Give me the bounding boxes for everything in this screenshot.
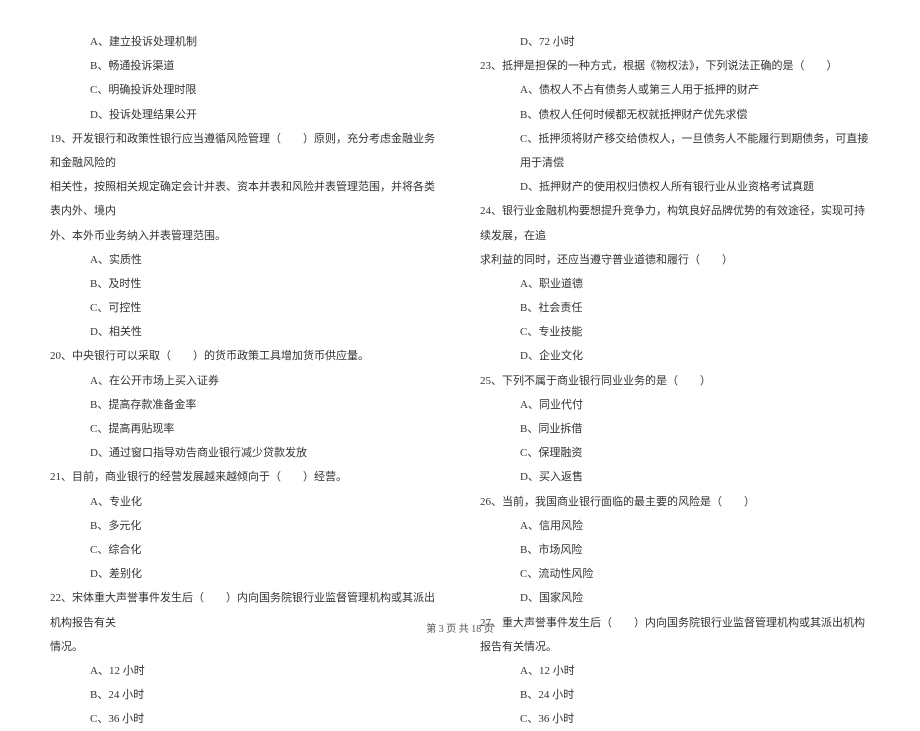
q27-option-a: A、12 小时	[480, 659, 870, 683]
q22-stem-line2: 情况。	[50, 635, 440, 659]
q19-stem-line1: 19、开发银行和政策性银行应当遵循风险管理（ ）原则，充分考虑金融业务和金融风险…	[50, 127, 440, 175]
q20-option-b: B、提高存款准备金率	[50, 393, 440, 417]
right-column: D、72 小时 23、抵押是担保的一种方式，根据《物权法》，下列说法正确的是（ …	[480, 30, 870, 610]
q19-stem-line3: 外、本外币业务纳入并表管理范围。	[50, 224, 440, 248]
q24-option-d: D、企业文化	[480, 344, 870, 368]
q26-option-b: B、市场风险	[480, 538, 870, 562]
q21-option-a: A、专业化	[50, 490, 440, 514]
q26-option-d: D、国家风险	[480, 586, 870, 610]
q19-option-b: B、及时性	[50, 272, 440, 296]
content-area: A、建立投诉处理机制 B、畅通投诉渠道 C、明确投诉处理时限 D、投诉处理结果公…	[50, 30, 870, 610]
q19-option-c: C、可控性	[50, 296, 440, 320]
q20-stem: 20、中央银行可以采取（ ）的货币政策工具增加货币供应量。	[50, 344, 440, 368]
q21-option-c: C、综合化	[50, 538, 440, 562]
q18-option-c: C、明确投诉处理时限	[50, 78, 440, 102]
q19-option-d: D、相关性	[50, 320, 440, 344]
q26-stem: 26、当前，我国商业银行面临的最主要的风险是（ ）	[480, 490, 870, 514]
q23-option-c: C、抵押须将财产移交给债权人，一旦债务人不能履行到期债务，可直接用于清偿	[480, 127, 870, 175]
q20-option-a: A、在公开市场上买入证券	[50, 369, 440, 393]
q23-stem: 23、抵押是担保的一种方式，根据《物权法》，下列说法正确的是（ ）	[480, 54, 870, 78]
q23-option-d: D、抵押财产的使用权归债权人所有银行业从业资格考试真题	[480, 175, 870, 199]
q21-stem: 21、目前，商业银行的经营发展越来越倾向于（ ）经营。	[50, 465, 440, 489]
q26-option-a: A、信用风险	[480, 514, 870, 538]
q27-option-c: C、36 小时	[480, 707, 870, 731]
q25-option-a: A、同业代付	[480, 393, 870, 417]
q23-option-b: B、债权人任何时候都无权就抵押财产优先求偿	[480, 103, 870, 127]
q18-option-b: B、畅通投诉渠道	[50, 54, 440, 78]
q21-option-d: D、差别化	[50, 562, 440, 586]
q24-option-b: B、社会责任	[480, 296, 870, 320]
left-column: A、建立投诉处理机制 B、畅通投诉渠道 C、明确投诉处理时限 D、投诉处理结果公…	[50, 30, 440, 610]
q22-option-c: C、36 小时	[50, 707, 440, 731]
q20-option-c: C、提高再贴现率	[50, 417, 440, 441]
q19-stem-line2: 相关性，按照相关规定确定会计并表、资本并表和风险并表管理范围，并将各类表内外、境…	[50, 175, 440, 223]
q25-option-c: C、保理融资	[480, 441, 870, 465]
page-footer: 第 3 页 共 18 页	[0, 620, 920, 635]
q20-option-d: D、通过窗口指导劝告商业银行减少贷款发放	[50, 441, 440, 465]
q24-stem-line2: 求利益的同时，还应当遵守普业道德和履行（ ）	[480, 248, 870, 272]
q24-option-c: C、专业技能	[480, 320, 870, 344]
q22-option-b: B、24 小时	[50, 683, 440, 707]
q26-option-c: C、流动性风险	[480, 562, 870, 586]
q18-option-d: D、投诉处理结果公开	[50, 103, 440, 127]
q25-stem: 25、下列不属于商业银行同业业务的是（ ）	[480, 369, 870, 393]
q25-option-d: D、买入返售	[480, 465, 870, 489]
q27-option-b: B、24 小时	[480, 683, 870, 707]
q22-option-d: D、72 小时	[480, 30, 870, 54]
q25-option-b: B、同业拆借	[480, 417, 870, 441]
q19-option-a: A、实质性	[50, 248, 440, 272]
q24-option-a: A、职业道德	[480, 272, 870, 296]
q21-option-b: B、多元化	[50, 514, 440, 538]
q22-option-a: A、12 小时	[50, 659, 440, 683]
q18-option-a: A、建立投诉处理机制	[50, 30, 440, 54]
q24-stem-line1: 24、银行业金融机构要想提升竞争力，构筑良好品牌优势的有效途径，实现可持续发展，…	[480, 199, 870, 247]
q23-option-a: A、债权人不占有债务人或第三人用于抵押的财产	[480, 78, 870, 102]
